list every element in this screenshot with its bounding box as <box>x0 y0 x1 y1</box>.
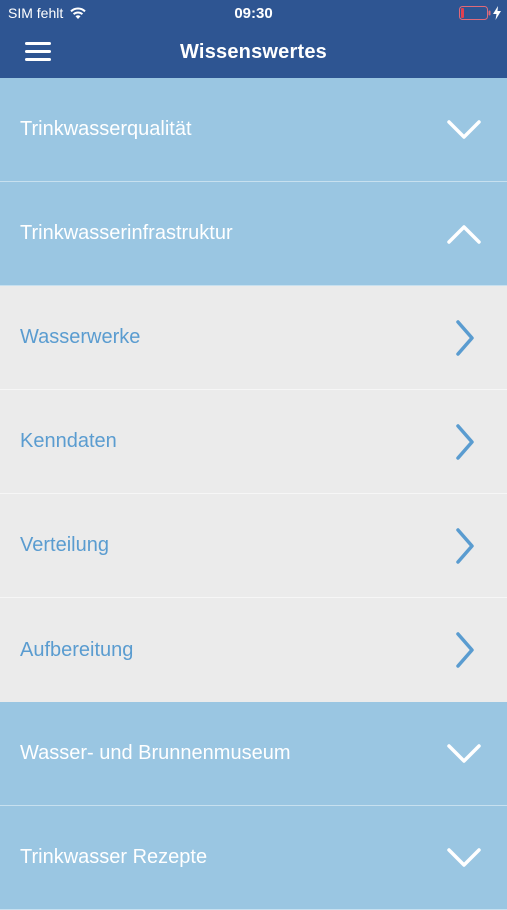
battery-icon <box>459 6 491 20</box>
section-label: Trinkwasserqualität <box>20 118 192 140</box>
list-item-aufbereitung[interactable]: Aufbereitung <box>0 598 507 702</box>
item-label: Wasserwerke <box>20 326 141 348</box>
chevron-down-icon <box>447 119 481 139</box>
section-trinkwasserqualitaet[interactable]: Trinkwasserqualität <box>0 78 507 182</box>
chevron-down-icon <box>447 743 481 763</box>
chevron-right-icon <box>456 319 474 356</box>
item-label: Kenndaten <box>20 430 117 452</box>
chevron-up-icon <box>447 224 481 244</box>
section-label: Wasser- und Brunnenmuseum <box>20 742 291 764</box>
item-label: Aufbereitung <box>20 638 134 661</box>
section-trinkwasser-rezepte[interactable]: Trinkwasser Rezepte <box>0 806 507 910</box>
section-label: Trinkwasser Rezepte <box>20 846 208 868</box>
chevron-right-icon <box>456 527 474 564</box>
status-time: 09:30 <box>234 5 273 22</box>
list-item-kenndaten[interactable]: Kenndaten <box>0 390 507 494</box>
item-label: Verteilung <box>20 534 109 556</box>
page-title: Wissenswertes <box>180 41 327 63</box>
navigation-bar: Wissenswertes <box>0 28 507 78</box>
status-right <box>459 6 501 20</box>
chevron-right-icon <box>456 423 474 460</box>
accordion-list: Trinkwasserqualität Trinkwasserinfrastru… <box>0 78 507 910</box>
chevron-right-icon <box>456 632 474 668</box>
section-label: Trinkwasserinfrastruktur <box>20 222 233 244</box>
chevron-down-icon <box>447 847 481 867</box>
charging-bolt-icon <box>493 6 501 20</box>
section-trinkwasserinfrastruktur[interactable]: Trinkwasserinfrastruktur <box>0 182 507 286</box>
status-bar: SIM fehlt 09:30 <box>0 0 507 28</box>
section-wasser-und-brunnenmuseum[interactable]: Wasser- und Brunnenmuseum <box>0 702 507 806</box>
list-item-verteilung[interactable]: Verteilung <box>0 494 507 598</box>
list-item-wasserwerke[interactable]: Wasserwerke <box>0 286 507 390</box>
